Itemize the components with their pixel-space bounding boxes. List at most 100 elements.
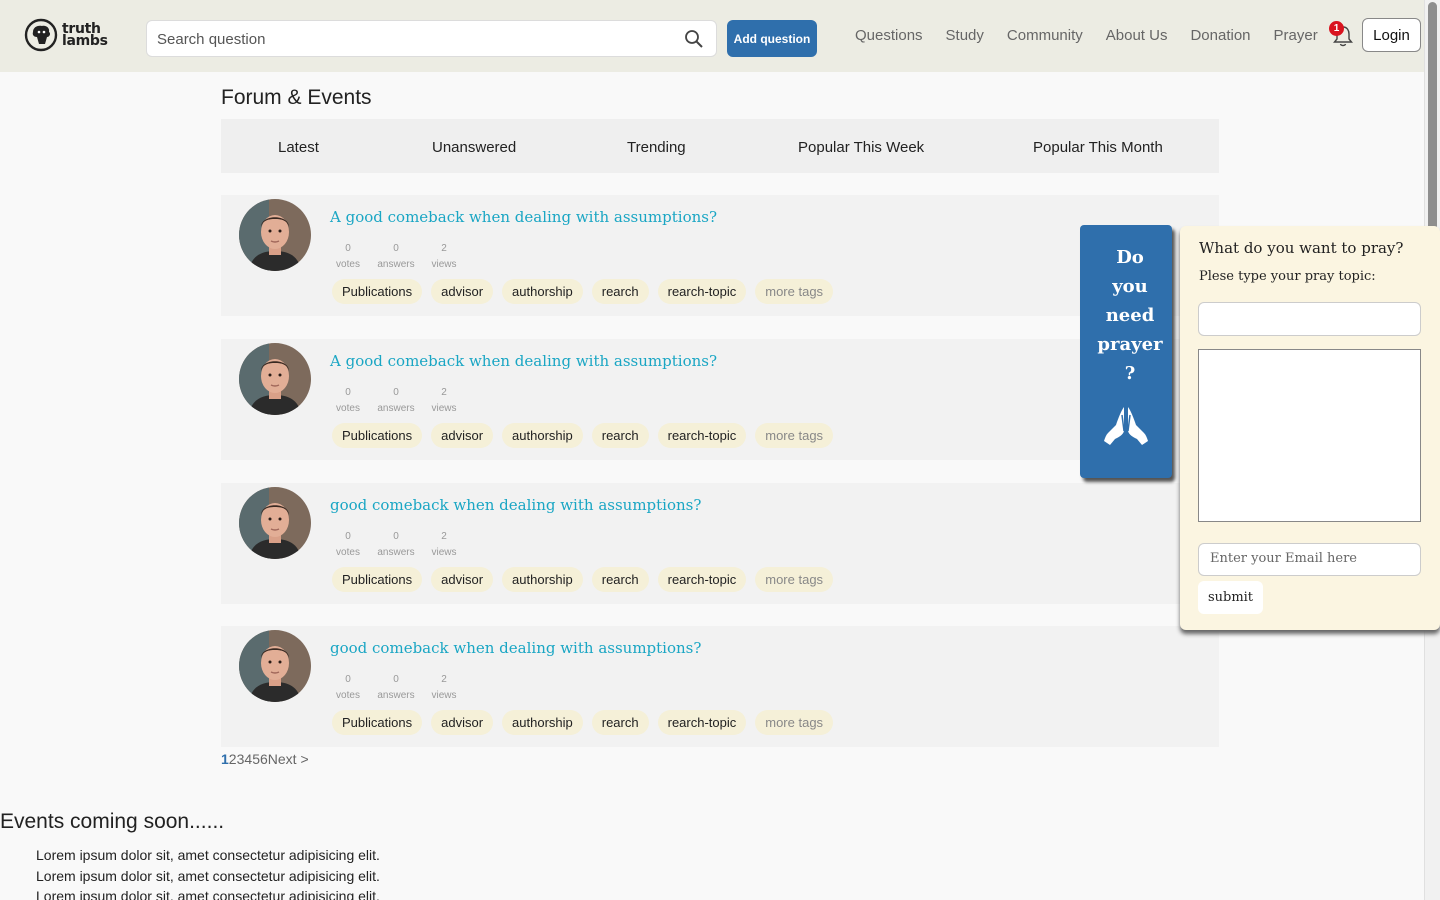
avatar[interactable] — [239, 199, 311, 271]
tag-rearch-topic[interactable]: rearch-topic — [657, 567, 747, 592]
tab-trending[interactable]: Trending — [627, 139, 686, 156]
tab-latest[interactable]: Latest — [278, 139, 319, 156]
nav-prayer[interactable]: Prayer — [1274, 27, 1318, 44]
praying-hands-icon — [1104, 407, 1148, 445]
votes-stat: 0 votes — [336, 531, 360, 558]
prayer-toggle-tab[interactable]: Do you need prayer ? — [1080, 225, 1172, 478]
question-title-link[interactable]: A good comeback when dealing with assump… — [330, 208, 717, 226]
nav-about-us[interactable]: About Us — [1106, 27, 1168, 44]
login-button[interactable]: Login — [1362, 18, 1421, 52]
tab-unanswered[interactable]: Unanswered — [432, 139, 516, 156]
page-link-6[interactable]: 6 — [260, 751, 268, 767]
page-link-1[interactable]: 1 — [221, 751, 229, 767]
tag-rearch-topic[interactable]: rearch-topic — [657, 423, 747, 448]
event-item: Lorem ipsum dolor sit, amet consectetur … — [36, 867, 380, 884]
answers-stat: 0 answers — [377, 531, 415, 558]
tag-publications[interactable]: Publications — [332, 710, 423, 735]
tab-popular-this-week[interactable]: Popular This Week — [798, 139, 924, 156]
lamb-logo-icon — [24, 18, 58, 52]
prayer-form-title: What do you want to pray? — [1199, 239, 1404, 257]
page-title: Forum & Events — [221, 86, 372, 109]
search-icon[interactable] — [684, 29, 704, 49]
search-box — [146, 20, 717, 57]
tag-list: Publications advisor authorship rearch r… — [332, 710, 842, 735]
add-question-button[interactable]: Add question — [727, 20, 817, 57]
forum-tabs: Latest Unanswered Trending Popular This … — [221, 119, 1219, 173]
prayer-form-subtitle: Plese type your pray topic: — [1199, 269, 1376, 284]
tag-advisor[interactable]: advisor — [431, 423, 494, 448]
votes-stat: 0 votes — [336, 387, 360, 414]
votes-stat: 0 votes — [336, 674, 360, 701]
prayer-topic-input[interactable] — [1198, 302, 1421, 336]
prayer-email-field — [1198, 543, 1421, 576]
tab-popular-this-month[interactable]: Popular This Month — [1033, 139, 1163, 156]
tag-authorship[interactable]: authorship — [502, 423, 583, 448]
avatar[interactable] — [239, 630, 311, 702]
tag-publications[interactable]: Publications — [332, 567, 423, 592]
question-title-link[interactable]: good comeback when dealing with assumpti… — [330, 496, 701, 514]
tag-list: Publications advisor authorship rearch r… — [332, 567, 842, 592]
question-card: good comeback when dealing with assumpti… — [221, 483, 1219, 604]
nav-donation[interactable]: Donation — [1190, 27, 1250, 44]
tag-authorship[interactable]: authorship — [502, 279, 583, 304]
views-stat: 2 views — [431, 243, 457, 270]
tag-rearch[interactable]: rearch — [591, 567, 649, 592]
avatar[interactable] — [239, 487, 311, 559]
prayer-form-panel: What do you want to pray? Plese type you… — [1180, 226, 1440, 630]
search-input[interactable] — [157, 29, 657, 49]
question-card: A good comeback when dealing with assump… — [221, 195, 1219, 316]
tag-list: Publications advisor authorship rearch r… — [332, 423, 842, 448]
notification-badge: 1 — [1329, 21, 1344, 36]
nav-questions[interactable]: Questions — [855, 27, 923, 44]
next-page-link[interactable]: Next > — [268, 751, 309, 767]
question-title-link[interactable]: good comeback when dealing with assumpti… — [330, 639, 701, 657]
event-item: Lorem ipsum dolor sit, amet consectetur … — [36, 847, 380, 863]
tag-rearch-topic[interactable]: rearch-topic — [657, 279, 747, 304]
tag-publications[interactable]: Publications — [332, 279, 423, 304]
question-title-link[interactable]: A good comeback when dealing with assump… — [330, 352, 717, 370]
tag-rearch-topic[interactable]: rearch-topic — [657, 710, 747, 735]
votes-stat: 0 votes — [336, 243, 360, 270]
answers-stat: 0 answers — [377, 387, 415, 414]
logo-text: truth lambs — [62, 21, 108, 49]
prayer-submit-button[interactable]: submit — [1198, 581, 1263, 614]
main-nav: Questions Study Community About Us Donat… — [855, 27, 1341, 44]
tag-authorship[interactable]: authorship — [502, 567, 583, 592]
page-link-3[interactable]: 3 — [237, 751, 245, 767]
tag-publications[interactable]: Publications — [332, 423, 423, 448]
tag-authorship[interactable]: authorship — [502, 710, 583, 735]
tag-rearch[interactable]: rearch — [591, 710, 649, 735]
events-title: Events coming soon...... — [0, 810, 225, 833]
site-header: truth lambs Add question Questions Study… — [0, 0, 1424, 72]
email-input[interactable] — [1210, 551, 1410, 566]
more-tags-link[interactable]: more tags — [755, 567, 834, 592]
nav-community[interactable]: Community — [1007, 27, 1083, 44]
question-card: A good comeback when dealing with assump… — [221, 339, 1219, 460]
tag-advisor[interactable]: advisor — [431, 279, 494, 304]
views-stat: 2 views — [431, 387, 457, 414]
views-stat: 2 views — [431, 674, 457, 701]
event-item: Lorem ipsum dolor sit, amet consectetur … — [36, 888, 380, 900]
more-tags-link[interactable]: more tags — [755, 279, 834, 304]
answers-stat: 0 answers — [377, 674, 415, 701]
page-link-2[interactable]: 2 — [229, 751, 237, 767]
more-tags-link[interactable]: more tags — [755, 423, 834, 448]
tag-rearch[interactable]: rearch — [591, 423, 649, 448]
events-list: Lorem ipsum dolor sit, amet consectetur … — [36, 845, 380, 900]
tag-advisor[interactable]: advisor — [431, 710, 494, 735]
tag-rearch[interactable]: rearch — [591, 279, 649, 304]
more-tags-link[interactable]: more tags — [755, 710, 834, 735]
views-stat: 2 views — [431, 531, 457, 558]
pagination: 1 2 3 4 5 6 Next > — [221, 751, 309, 767]
answers-stat: 0 answers — [377, 243, 415, 270]
logo[interactable]: truth lambs — [24, 18, 108, 52]
nav-study[interactable]: Study — [946, 27, 984, 44]
avatar[interactable] — [239, 343, 311, 415]
page-link-4[interactable]: 4 — [244, 751, 252, 767]
question-card: good comeback when dealing with assumpti… — [221, 626, 1219, 747]
tag-list: Publications advisor authorship rearch r… — [332, 279, 842, 304]
prayer-message-textarea[interactable] — [1198, 349, 1421, 522]
page-link-5[interactable]: 5 — [252, 751, 260, 767]
prayer-tab-label: Do you need prayer ? — [1097, 247, 1163, 384]
tag-advisor[interactable]: advisor — [431, 567, 494, 592]
